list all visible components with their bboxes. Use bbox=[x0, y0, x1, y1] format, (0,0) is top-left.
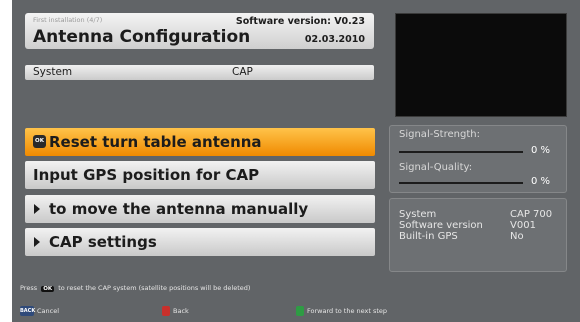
signal-strength-value: 0 % bbox=[531, 145, 551, 156]
signal-panel: Signal-Strength: 0 % Signal-Quality: 0 % bbox=[389, 125, 567, 193]
footer-back-label: Back bbox=[173, 307, 189, 315]
info-value-system: CAP 700 bbox=[510, 209, 553, 220]
info-key-software-version: Software version bbox=[399, 220, 483, 231]
footer-forward[interactable]: Forward to the next step bbox=[296, 306, 387, 316]
menu-item-label: Reset turn table antenna bbox=[49, 133, 262, 151]
footer-cancel[interactable]: BACK Cancel bbox=[20, 306, 59, 316]
ok-icon: OK bbox=[33, 135, 46, 148]
info-value-gps: No bbox=[510, 231, 524, 242]
system-label: System bbox=[33, 66, 73, 78]
header-panel: First installation (4/7) Antenna Configu… bbox=[25, 13, 374, 49]
menu-item-label: CAP settings bbox=[49, 233, 157, 251]
footer-cancel-label: Cancel bbox=[37, 307, 60, 315]
red-key-icon bbox=[162, 306, 170, 316]
menu-item-reset-antenna[interactable]: OK Reset turn table antenna bbox=[25, 128, 375, 156]
system-info-panel: System CAP 700 Software version V001 Bui… bbox=[389, 198, 567, 272]
help-hint: Press OK to reset the CAP system (satell… bbox=[20, 284, 250, 292]
menu-item-input-gps[interactable]: Input GPS position for CAP bbox=[25, 161, 375, 189]
system-row: System CAP bbox=[25, 65, 374, 80]
signal-quality-bar bbox=[399, 182, 523, 184]
arrow-right-icon bbox=[34, 237, 40, 247]
signal-strength-label: Signal-Strength: bbox=[399, 129, 480, 140]
date: 02.03.2010 bbox=[304, 34, 365, 45]
video-preview bbox=[395, 13, 567, 117]
signal-quality-value: 0 % bbox=[531, 176, 551, 187]
step-indicator: First installation (4/7) bbox=[33, 16, 103, 24]
arrow-right-icon bbox=[34, 204, 40, 214]
info-key-gps: Built-in GPS bbox=[399, 231, 458, 242]
green-key-icon bbox=[296, 306, 304, 316]
ok-key-icon: OK bbox=[41, 286, 55, 292]
tv-screen: First installation (4/7) Antenna Configu… bbox=[12, 0, 580, 322]
signal-quality-label: Signal-Quality: bbox=[399, 162, 473, 173]
software-version: Software version: V0.23 bbox=[235, 16, 365, 27]
info-key-system: System bbox=[399, 209, 437, 220]
menu-item-move-antenna[interactable]: to move the antenna manually bbox=[25, 195, 375, 223]
back-key-icon: BACK bbox=[20, 306, 36, 316]
footer-forward-label: Forward to the next step bbox=[307, 307, 388, 315]
system-value: CAP bbox=[232, 66, 253, 78]
hint-pre: Press bbox=[20, 284, 38, 292]
footer-back[interactable]: Back bbox=[162, 306, 189, 316]
info-value-software-version: V001 bbox=[510, 220, 536, 231]
menu-item-cap-settings[interactable]: CAP settings bbox=[25, 228, 375, 256]
menu-item-label: Input GPS position for CAP bbox=[33, 166, 260, 184]
menu-item-label: to move the antenna manually bbox=[49, 200, 309, 218]
signal-strength-bar bbox=[399, 151, 523, 153]
hint-post: to reset the CAP system (satellite posit… bbox=[58, 284, 251, 292]
page-title: Antenna Configuration bbox=[33, 27, 251, 47]
